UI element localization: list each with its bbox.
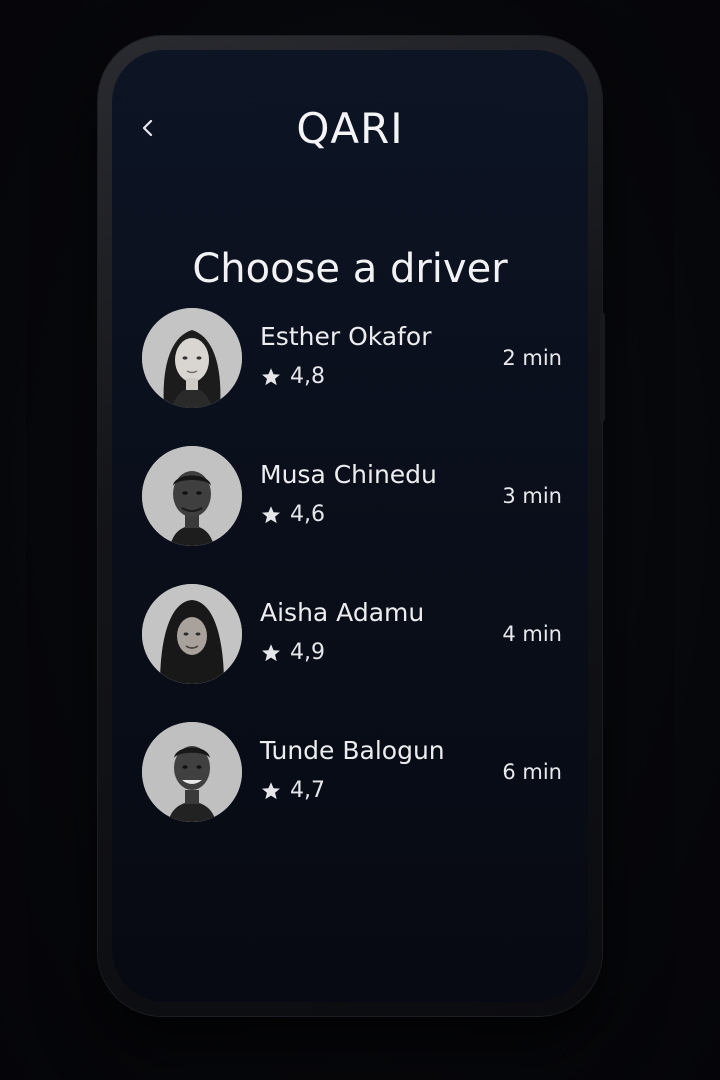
driver-name: Tunde Balogun	[260, 736, 445, 765]
stage: QARI Choose a driver Esther Okafor 4,8 2…	[0, 0, 720, 1080]
driver-name: Aisha Adamu	[260, 598, 425, 627]
star-icon	[262, 643, 280, 661]
driver-row-esther-okafor[interactable]: Esther Okafor 4,8 2 min	[142, 308, 562, 408]
driver-eta: 4 min	[502, 622, 562, 646]
star-icon	[262, 781, 280, 799]
page-title: Choose a driver	[192, 246, 508, 292]
driver-eta: 2 min	[502, 346, 562, 370]
driver-rating: 4,7	[260, 778, 325, 803]
rating-value: 4,7	[290, 778, 325, 803]
rating-value: 4,8	[290, 364, 325, 389]
avatar	[142, 722, 242, 822]
star-icon	[262, 505, 280, 523]
driver-name: Musa Chinedu	[260, 460, 437, 489]
star-icon	[262, 367, 280, 385]
rating-value: 4,9	[290, 640, 325, 665]
driver-rating: 4,6	[260, 502, 325, 527]
driver-row-musa-chinedu[interactable]: Musa Chinedu 4,6 3 min	[142, 446, 562, 546]
driver-list: Esther Okafor 4,8 2 min Musa Chinedu 4,6…	[142, 308, 562, 860]
driver-rating: 4,8	[260, 364, 325, 389]
avatar	[142, 446, 242, 546]
rating-value: 4,6	[290, 502, 325, 527]
avatar	[142, 584, 242, 684]
driver-eta: 3 min	[502, 484, 562, 508]
avatar	[142, 308, 242, 408]
phone-side-button	[600, 312, 605, 422]
phone-frame: QARI Choose a driver Esther Okafor 4,8 2…	[98, 36, 602, 1016]
driver-rating: 4,9	[260, 640, 325, 665]
app-screen: QARI Choose a driver Esther Okafor 4,8 2…	[112, 50, 588, 1002]
driver-eta: 6 min	[502, 760, 562, 784]
driver-row-tunde-balogun[interactable]: Tunde Balogun 4,7 6 min	[142, 722, 562, 822]
app-title: QARI	[296, 104, 404, 153]
driver-name: Esther Okafor	[260, 322, 432, 351]
driver-row-aisha-adamu[interactable]: Aisha Adamu 4,9 4 min	[142, 584, 562, 684]
